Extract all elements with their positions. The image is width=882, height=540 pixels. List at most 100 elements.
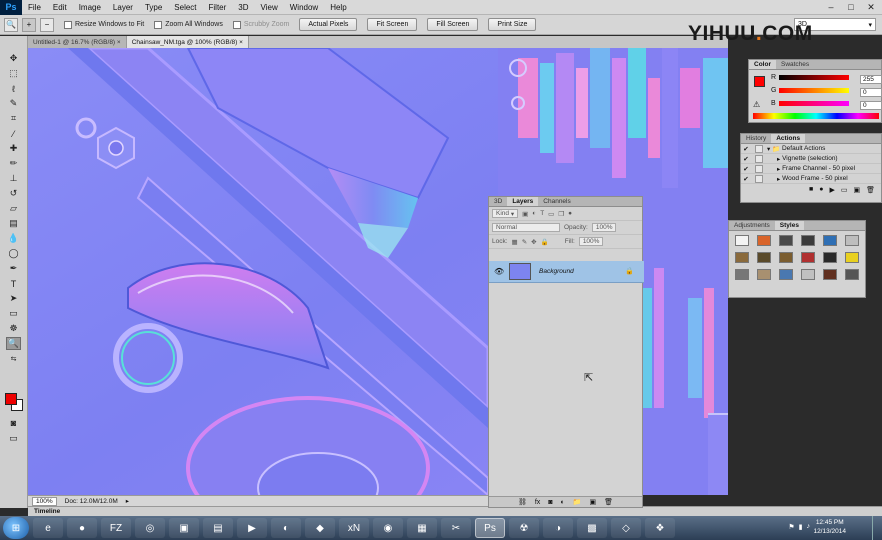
blend-mode-select[interactable]: Normal — [492, 223, 560, 232]
photoshop-logo[interactable]: Ps — [0, 0, 22, 15]
opacity-field[interactable]: 100% — [591, 223, 617, 232]
style-swatch[interactable] — [801, 269, 815, 280]
g-value-field[interactable]: 0 — [860, 88, 882, 97]
b-value-field[interactable]: 0 — [860, 101, 882, 110]
healing-brush-tool-icon[interactable]: ✚ — [6, 142, 21, 155]
new-action-icon[interactable]: ▣ — [853, 186, 860, 194]
flag-icon[interactable]: ⚑ — [788, 523, 794, 531]
action-row[interactable]: ✔ ▸ Wood Frame - 50 pixel — [741, 174, 881, 184]
taskbar-app-button[interactable]: ◉ — [373, 518, 403, 538]
check-icon[interactable]: ✔ — [741, 175, 751, 183]
network-icon[interactable]: ▮ — [799, 523, 803, 531]
color-fg-swatch[interactable] — [754, 76, 765, 87]
filter-toggle-icon[interactable]: ● — [568, 210, 572, 217]
doc-size-info[interactable]: Doc: 12.0M/12.0M — [65, 498, 118, 505]
color-channel-b[interactable]: B — [771, 100, 849, 107]
dialog-toggle[interactable] — [755, 164, 763, 173]
lock-image-icon[interactable]: ✎ — [522, 238, 527, 246]
zoom-level-field[interactable]: 100% — [32, 496, 57, 506]
taskbar-app-button[interactable]: xN — [339, 518, 369, 538]
taskbar-app-button[interactable]: ▩ — [577, 518, 607, 538]
3d-rotate-tool-icon[interactable]: ☸ — [6, 322, 21, 335]
filter-type-icon[interactable]: T — [540, 210, 544, 217]
marquee-tool-icon[interactable]: ⬚ — [6, 67, 21, 80]
link-layers-icon[interactable]: ⛓ — [518, 498, 527, 506]
menu-select[interactable]: Select — [168, 3, 202, 12]
fit-screen-button[interactable]: Fit Screen — [367, 18, 418, 31]
check-icon[interactable]: ✔ — [741, 155, 751, 163]
action-set-row[interactable]: ✔ ▾ 📁 Default Actions — [741, 144, 881, 154]
b-slider[interactable] — [778, 101, 849, 106]
style-swatch[interactable] — [735, 252, 749, 263]
tab-channels[interactable]: Channels — [538, 197, 575, 206]
style-swatch[interactable] — [757, 252, 771, 263]
r-value-field[interactable]: 255 — [860, 75, 882, 84]
layer-row-background[interactable]: 👁 Background 🔒 — [489, 261, 644, 283]
trash-icon[interactable]: 🗑 — [604, 498, 613, 506]
quick-select-tool-icon[interactable]: ✎ — [6, 97, 21, 110]
gamut-warning-icon[interactable]: ⚠ — [753, 100, 760, 109]
adjustment-layer-icon[interactable]: ◐ — [561, 499, 565, 506]
menu-file[interactable]: File — [22, 3, 47, 12]
taskbar-app-button[interactable]: ◑ — [543, 518, 573, 538]
screen-mode-icon[interactable]: ▭ — [6, 432, 21, 445]
taskbar-app-button[interactable]: ◇ — [611, 518, 641, 538]
menu-edit[interactable]: Edit — [47, 3, 73, 12]
doc-tab-chainsaw[interactable]: Chainsaw_NM.tga @ 100% (RGB/8) × — [126, 36, 249, 48]
zoom-out-icon[interactable]: − — [40, 17, 54, 32]
new-set-icon[interactable]: ▭ — [841, 186, 848, 194]
start-button[interactable]: ⊞ — [3, 517, 29, 539]
menu-view[interactable]: View — [255, 3, 284, 12]
filter-shape-icon[interactable]: ▭ — [548, 210, 554, 218]
gradient-tool-icon[interactable]: ▤ — [6, 217, 21, 230]
taskbar-app-button[interactable]: ▤ — [203, 518, 233, 538]
menu-layer[interactable]: Layer — [107, 3, 139, 12]
taskbar-app-button[interactable]: Ps — [475, 518, 505, 538]
print-size-button[interactable]: Print Size — [488, 18, 537, 31]
tab-styles[interactable]: Styles — [774, 221, 804, 230]
add-mask-icon[interactable]: ◙ — [548, 499, 552, 506]
taskbar-app-button[interactable]: e — [33, 518, 63, 538]
taskbar-app-button[interactable]: ☢ — [509, 518, 539, 538]
path-select-tool-icon[interactable]: ➤ — [6, 292, 21, 305]
style-swatch[interactable] — [757, 235, 771, 246]
lock-transparent-icon[interactable]: ▦ — [512, 238, 518, 246]
brush-tool-icon[interactable]: ✏ — [6, 157, 21, 170]
menu-filter[interactable]: Filter — [203, 3, 233, 12]
taskbar-app-button[interactable]: ◆ — [305, 518, 335, 538]
fx-icon[interactable]: fx — [535, 499, 540, 506]
style-swatch[interactable] — [823, 252, 837, 263]
minimize-button[interactable]: – — [822, 1, 840, 13]
style-swatch[interactable] — [735, 235, 749, 246]
action-row[interactable]: ✔ ▸ Vignette (selection) — [741, 154, 881, 164]
timeline-panel-tab[interactable]: Timeline — [28, 506, 882, 516]
menu-window[interactable]: Window — [284, 3, 324, 12]
check-icon[interactable]: ✔ — [741, 145, 751, 153]
blur-tool-icon[interactable]: 💧 — [6, 232, 21, 245]
lasso-tool-icon[interactable]: ℓ — [6, 82, 21, 95]
g-slider[interactable] — [779, 88, 850, 93]
fill-field[interactable]: 100% — [578, 237, 604, 246]
menu-image[interactable]: Image — [73, 3, 107, 12]
lock-all-icon[interactable]: 🔒 — [541, 238, 549, 246]
close-button[interactable]: ✕ — [862, 1, 880, 13]
style-swatch[interactable] — [845, 269, 859, 280]
style-swatch[interactable] — [779, 235, 793, 246]
check-icon[interactable]: ✔ — [741, 165, 751, 173]
zoom-in-icon[interactable]: + — [22, 17, 36, 32]
color-channel-r[interactable]: R — [771, 74, 850, 81]
eraser-tool-icon[interactable]: ▱ — [6, 202, 21, 215]
kind-filter-select[interactable]: Kind ▾ — [492, 209, 519, 218]
filter-smart-icon[interactable]: ❐ — [558, 210, 564, 218]
type-tool-icon[interactable]: T — [6, 277, 21, 290]
style-swatch[interactable] — [757, 269, 771, 280]
color-channel-g[interactable]: G — [771, 87, 850, 94]
filter-pixel-icon[interactable]: ▣ — [522, 210, 528, 218]
zoom-all-windows-checkbox[interactable]: Zoom All Windows — [154, 20, 223, 29]
close-tab-icon[interactable]: × — [117, 39, 121, 46]
tab-actions[interactable]: Actions — [771, 134, 806, 143]
filter-adjustment-icon[interactable]: ◐ — [532, 210, 536, 217]
dialog-toggle[interactable] — [755, 144, 763, 153]
foreground-color-swatch[interactable] — [5, 393, 17, 405]
trash-icon[interactable]: 🗑 — [866, 186, 875, 194]
